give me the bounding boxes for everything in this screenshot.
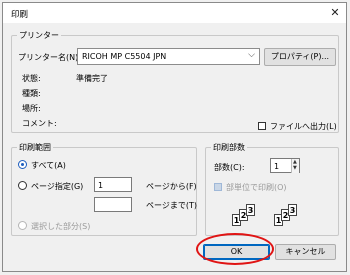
print-range-group-label: 印刷範囲 [17,142,53,153]
copies-count-input[interactable]: 1 ▲ ▼ [270,158,300,173]
close-icon[interactable]: ✕ [327,5,343,21]
range-all-radio[interactable] [18,160,27,169]
printer-name-value: RICOH MP C5504 JPN [82,52,167,61]
range-pages-radio[interactable] [18,181,27,190]
chevron-down-icon: ⌵ [248,50,255,60]
collate-illustration: 1 2 3 1 2 3 [232,200,332,230]
range-selection-label: 選択した部分(S) [31,222,91,231]
printer-group-label: プリンター [17,30,61,41]
collate-label: 部単位で印刷(O) [226,183,287,192]
location-label: 場所: [22,104,41,113]
status-label: 状態: [22,74,41,83]
title-bar: 印刷 ✕ [3,3,346,23]
print-to-file-label: ファイルへ出力(L) [270,122,337,131]
page-to-input[interactable] [94,197,132,212]
properties-button[interactable]: プロパティ(P)... [264,48,336,66]
print-to-file-checkbox[interactable] [258,122,266,130]
window-title: 印刷 [11,10,29,20]
copies-count-label: 部数(C): [214,163,245,172]
printer-group: プリンター プリンター名(N): RICOH MP C5504 JPN ⌵ プロ… [11,30,339,133]
comment-label: コメント: [22,119,57,128]
collate-checkbox[interactable] [214,183,222,191]
copies-spinner[interactable]: ▲ ▼ [291,159,299,173]
range-all-label: すべて(A) [31,161,66,170]
copies-group-label: 印刷部数 [211,142,247,153]
range-pages-label: ページ指定(G) [31,182,84,191]
page-from-input[interactable]: 1 [94,177,132,192]
type-label: 種類: [22,89,41,98]
collate-page-3a: 3 [246,204,255,216]
status-value: 準備完了 [76,74,108,83]
page-to-label: ページまで(T) [146,201,197,210]
copies-count-value: 1 [274,162,280,171]
ok-highlight-circle [196,233,274,265]
copies-group: 印刷部数 部数(C): 1 ▲ ▼ 部単位で印刷(O) 1 2 3 1 2 3 [205,142,339,236]
printer-name-label: プリンター名(N): [18,53,81,62]
page-from-label: ページから(F) [146,182,197,191]
spin-down-icon[interactable]: ▼ [293,165,297,171]
cancel-button[interactable]: キャンセル [275,244,336,260]
range-selection-radio[interactable] [18,221,27,230]
page-from-value: 1 [98,181,104,190]
printer-name-select[interactable]: RICOH MP C5504 JPN ⌵ [77,48,260,65]
collate-page-3b: 3 [288,204,297,216]
print-dialog: 印刷 ✕ プリンター プリンター名(N): RICOH MP C5504 JPN… [2,2,347,272]
print-range-group: 印刷範囲 すべて(A) ページ指定(G) 1 ページから(F) ページまで(T)… [11,142,197,236]
